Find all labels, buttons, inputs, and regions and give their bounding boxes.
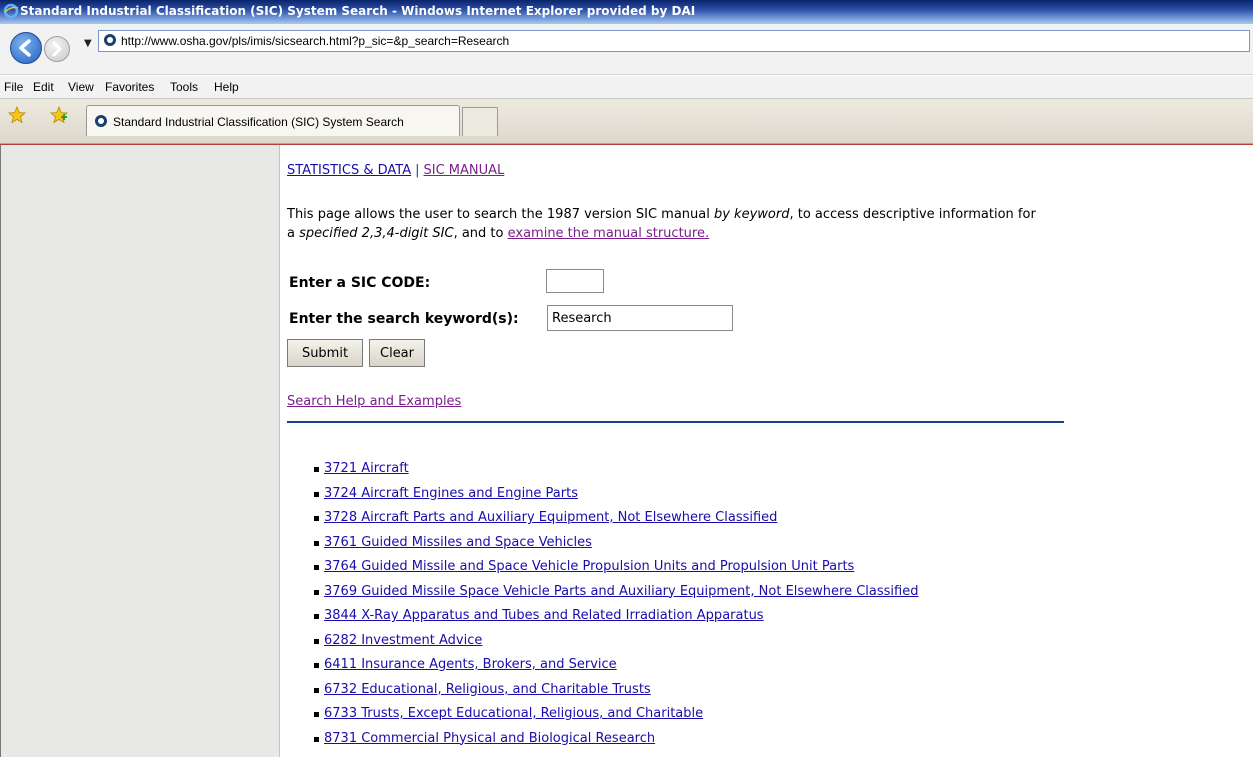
bullet-icon — [314, 638, 319, 644]
add-favorites-icon[interactable] — [50, 106, 68, 124]
sic-result-link[interactable]: 6282 Investment Advice — [324, 633, 482, 648]
bullet-icon — [314, 516, 319, 521]
bullet-icon — [314, 712, 319, 717]
keyword-label: Enter the search keyword(s): — [289, 311, 519, 327]
left-sidebar — [0, 145, 280, 757]
history-dropdown-icon[interactable]: ▼ — [84, 38, 92, 49]
list-item: 3761 Guided Missiles and Space Vehicles — [287, 535, 918, 560]
sic-manual-link[interactable]: SIC MANUAL — [423, 163, 504, 178]
sic-result-link[interactable]: 6733 Trusts, Except Educational, Religio… — [324, 706, 703, 721]
tab-label: Standard Industrial Classification (SIC)… — [113, 115, 404, 129]
bullet-icon — [314, 540, 319, 546]
back-arrow-icon — [19, 39, 31, 57]
sic-result-link[interactable]: 3769 Guided Missile Space Vehicle Parts … — [324, 584, 918, 599]
favorites-star-icon[interactable] — [8, 106, 26, 124]
address-bar: ▼ http://www.osha.gov/pls/imis/sicsearch… — [0, 24, 1253, 75]
results-list: 3721 Aircraft 3724 Aircraft Engines and E… — [287, 461, 918, 755]
desc-italic-2: specified 2,3,4-digit SIC — [299, 226, 454, 241]
bullet-icon — [314, 736, 319, 742]
menu-favorites[interactable]: Favorites — [105, 80, 154, 94]
tab-sic-search[interactable]: Standard Industrial Classification (SIC)… — [86, 105, 460, 136]
forward-button[interactable] — [44, 36, 70, 62]
search-help-link[interactable]: Search Help and Examples — [287, 394, 461, 409]
list-item: 3724 Aircraft Engines and Engine Parts — [287, 486, 918, 511]
sic-result-link[interactable]: 3764 Guided Missile and Space Vehicle Pr… — [324, 559, 854, 574]
menu-help[interactable]: Help — [214, 80, 239, 94]
sic-code-label: Enter a SIC CODE: — [289, 275, 431, 291]
menu-file[interactable]: File — [4, 80, 23, 94]
manual-structure-link[interactable]: examine the manual structure. — [508, 226, 710, 241]
sic-result-link[interactable]: 3844 X-Ray Apparatus and Tubes and Relat… — [324, 608, 764, 623]
ie-logo-icon — [3, 3, 19, 19]
clear-button[interactable]: Clear — [369, 339, 425, 367]
list-item: 6732 Educational, Religious, and Charita… — [287, 682, 918, 707]
list-item: 3769 Guided Missile Space Vehicle Parts … — [287, 584, 918, 609]
sic-result-link[interactable]: 3728 Aircraft Parts and Auxiliary Equipm… — [324, 510, 777, 525]
keyword-input[interactable] — [547, 305, 733, 331]
sic-result-link[interactable]: 3724 Aircraft Engines and Engine Parts — [324, 486, 578, 501]
window-title: Standard Industrial Classification (SIC)… — [20, 4, 696, 18]
list-item: 6411 Insurance Agents, Brokers, and Serv… — [287, 657, 918, 682]
page-icon — [95, 115, 107, 127]
list-item: 3721 Aircraft — [287, 461, 918, 486]
bullet-icon — [314, 663, 319, 668]
sic-result-link[interactable]: 8731 Commercial Physical and Biological … — [324, 731, 655, 746]
page-description: This page allows the user to search the … — [287, 205, 1047, 243]
bullet-icon — [314, 467, 319, 472]
sic-code-input[interactable] — [546, 269, 604, 293]
desc-text-1: This page allows the user to search the … — [287, 207, 714, 222]
sic-result-link[interactable]: 3721 Aircraft — [324, 461, 409, 476]
bullet-icon — [314, 565, 319, 570]
url-text: http://www.osha.gov/pls/imis/sicsearch.h… — [121, 34, 510, 48]
forward-arrow-icon — [52, 41, 62, 57]
tab-bar: Standard Industrial Classification (SIC)… — [0, 99, 1253, 144]
page-icon — [104, 34, 116, 46]
sic-result-link[interactable]: 6732 Educational, Religious, and Charita… — [324, 682, 651, 697]
list-item: 3844 X-Ray Apparatus and Tubes and Relat… — [287, 608, 918, 633]
desc-text-3: , and to — [453, 226, 508, 241]
menu-bar: File Edit View Favorites Tools Help — [0, 76, 1253, 99]
menu-view[interactable]: View — [68, 80, 94, 94]
breadcrumb: STATISTICS & DATA | SIC MANUAL — [287, 163, 504, 178]
desc-italic-1: by keyword — [713, 207, 790, 222]
list-item: 6733 Trusts, Except Educational, Religio… — [287, 706, 918, 731]
title-bar: Standard Industrial Classification (SIC)… — [0, 0, 1253, 24]
menu-tools[interactable]: Tools — [170, 80, 198, 94]
address-field[interactable]: http://www.osha.gov/pls/imis/sicsearch.h… — [98, 30, 1250, 52]
list-item: 3728 Aircraft Parts and Auxiliary Equipm… — [287, 510, 918, 535]
divider — [287, 421, 1064, 423]
sic-result-link[interactable]: 3761 Guided Missiles and Space Vehicles — [324, 535, 592, 550]
menu-edit[interactable]: Edit — [33, 80, 54, 94]
nav-separator: | — [415, 163, 420, 178]
page-content: STATISTICS & DATA | SIC MANUAL This page a… — [0, 144, 1253, 757]
list-item: 6282 Investment Advice — [287, 633, 918, 658]
submit-button[interactable]: Submit — [287, 339, 363, 367]
bullet-icon — [314, 687, 319, 693]
back-button[interactable] — [10, 32, 42, 64]
new-tab-button[interactable] — [462, 107, 498, 136]
bullet-icon — [314, 491, 319, 497]
bullet-icon — [314, 589, 319, 595]
list-item: 8731 Commercial Physical and Biological … — [287, 731, 918, 756]
list-item: 3764 Guided Missile and Space Vehicle Pr… — [287, 559, 918, 584]
bullet-icon — [314, 614, 319, 619]
sic-result-link[interactable]: 6411 Insurance Agents, Brokers, and Serv… — [324, 657, 617, 672]
statistics-data-link[interactable]: STATISTICS & DATA — [287, 163, 411, 178]
